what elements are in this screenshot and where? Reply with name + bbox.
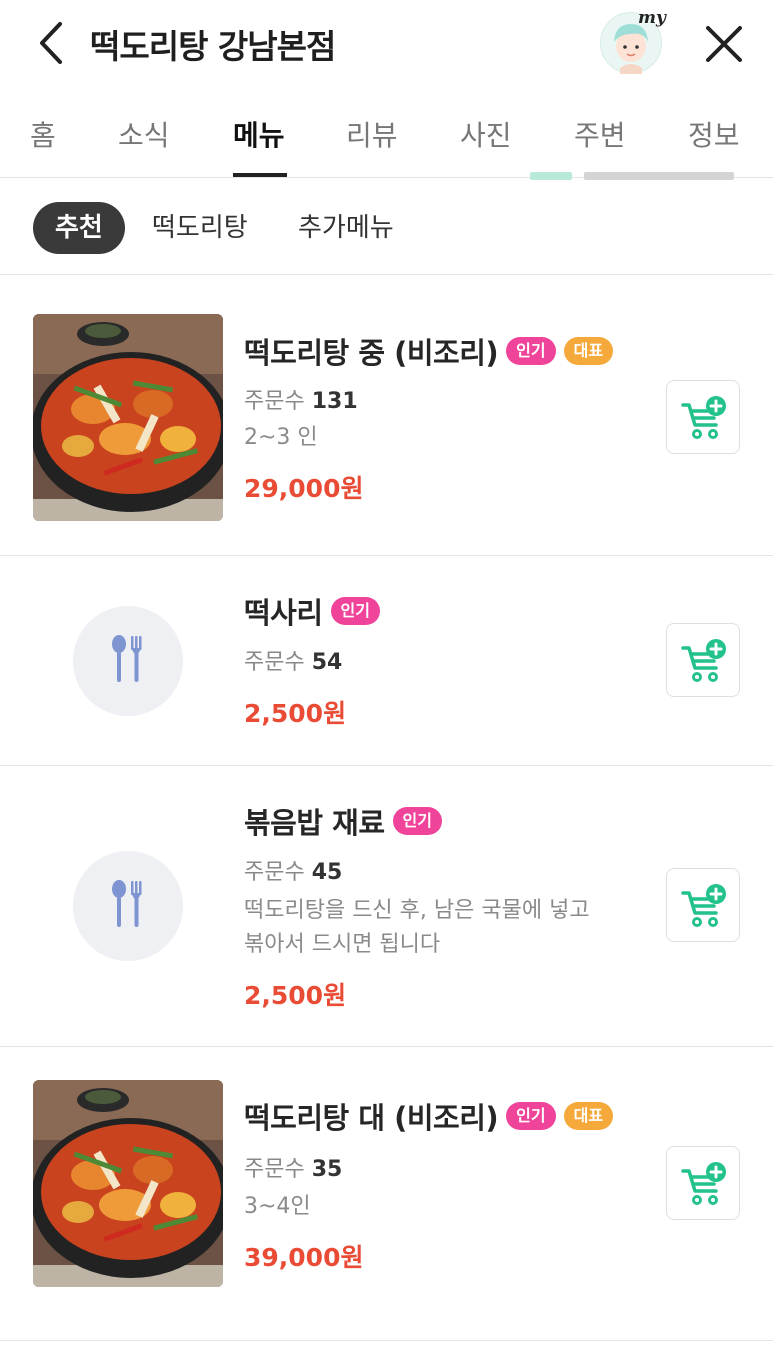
add-to-cart-button[interactable]	[666, 1146, 740, 1220]
chevron-left-icon	[40, 22, 62, 64]
popular-badge: 인기	[330, 597, 380, 625]
category-chip-extra-menu[interactable]: 추가메뉴	[298, 202, 394, 254]
my-profile-button[interactable]: my	[600, 8, 666, 74]
close-icon	[706, 26, 742, 62]
menu-item-description: 3~4인	[244, 1194, 311, 1219]
category-filter-bar: 추천 떡도리탕 추가메뉴	[0, 172, 773, 275]
menu-item-price: 2,500원	[244, 699, 347, 728]
menu-item-photo	[33, 314, 223, 521]
order-count: 주문수 45	[244, 860, 343, 885]
popular-badge: 인기	[506, 1102, 556, 1130]
menu-item-description-line-1: 떡도리탕을 드신 후, 남은 국물에 넣고	[244, 898, 590, 923]
popular-badge: 인기	[392, 807, 442, 835]
scrolled-content-peek	[520, 172, 740, 184]
menu-item-name: 떡도리탕 대 (비조리)	[244, 1101, 499, 1135]
menu-item-price: 2,500원	[244, 981, 347, 1010]
menu-item-photo	[33, 1080, 223, 1287]
spoon-fork-placeholder-icon	[108, 634, 148, 684]
menu-item-price: 39,000원	[244, 1243, 364, 1272]
tab-info[interactable]: 정보	[688, 114, 740, 154]
tab-home[interactable]: 홈	[30, 114, 56, 154]
signature-badge: 대표	[563, 337, 614, 365]
add-to-cart-button[interactable]	[666, 380, 740, 454]
top-bar: 떡도리탕 강남본점 my	[0, 0, 773, 88]
menu-item[interactable]: 떡도리탕 대 (비조리) 인기 대표 주문수 35 3~4인 39,000원	[0, 1047, 773, 1341]
menu-item-name: 떡도리탕 중 (비조리)	[244, 336, 499, 370]
menu-item-price: 29,000원	[244, 474, 364, 503]
menu-item[interactable]: 볶음밥 재료 인기 주문수 45 떡도리탕을 드신 후, 남은 국물에 넣고 볶…	[0, 766, 773, 1047]
menu-item-description: 2~3 인	[244, 425, 318, 450]
cart-add-icon	[680, 883, 728, 929]
cart-add-icon	[680, 638, 728, 684]
menu-item-placeholder	[73, 851, 183, 961]
tab-reviews[interactable]: 리뷰	[346, 114, 398, 154]
menu-item-placeholder	[73, 606, 183, 716]
menu-item[interactable]: 떡도리탕 중 (비조리) 인기 대표 주문수 131 2~3 인 29,000원	[0, 276, 773, 556]
category-chip-recommended[interactable]: 추천	[33, 202, 125, 254]
my-label: my	[638, 8, 666, 28]
cart-add-icon	[680, 1161, 728, 1207]
menu-item-description-line-2: 볶아서 드시면 됩니다	[244, 932, 441, 957]
cart-add-icon	[680, 395, 728, 441]
back-button[interactable]	[30, 18, 74, 68]
popular-badge: 인기	[506, 337, 556, 365]
order-count: 주문수 35	[244, 1157, 343, 1182]
close-button[interactable]	[700, 20, 748, 68]
store-title: 떡도리탕 강남본점	[90, 27, 336, 66]
tab-menu[interactable]: 메뉴	[233, 114, 285, 154]
store-tab-bar: 홈 소식 메뉴 리뷰 사진 주변 정보	[0, 100, 773, 178]
spoon-fork-placeholder-icon	[108, 879, 148, 929]
add-to-cart-button[interactable]	[666, 868, 740, 942]
signature-badge: 대표	[563, 1102, 614, 1130]
tab-news[interactable]: 소식	[118, 114, 170, 154]
active-tab-indicator	[233, 173, 287, 177]
tab-nearby[interactable]: 주변	[574, 114, 626, 154]
menu-item-name: 볶음밥 재료	[244, 806, 385, 840]
menu-item[interactable]: 떡사리 인기 주문수 54 2,500원	[0, 556, 773, 766]
order-count: 주문수 131	[244, 389, 358, 414]
tab-photos[interactable]: 사진	[460, 114, 512, 154]
category-chip-ddeokdoritang[interactable]: 떡도리탕	[152, 202, 248, 254]
menu-item-name: 떡사리	[244, 596, 323, 630]
order-count: 주문수 54	[244, 650, 343, 675]
add-to-cart-button[interactable]	[666, 623, 740, 697]
